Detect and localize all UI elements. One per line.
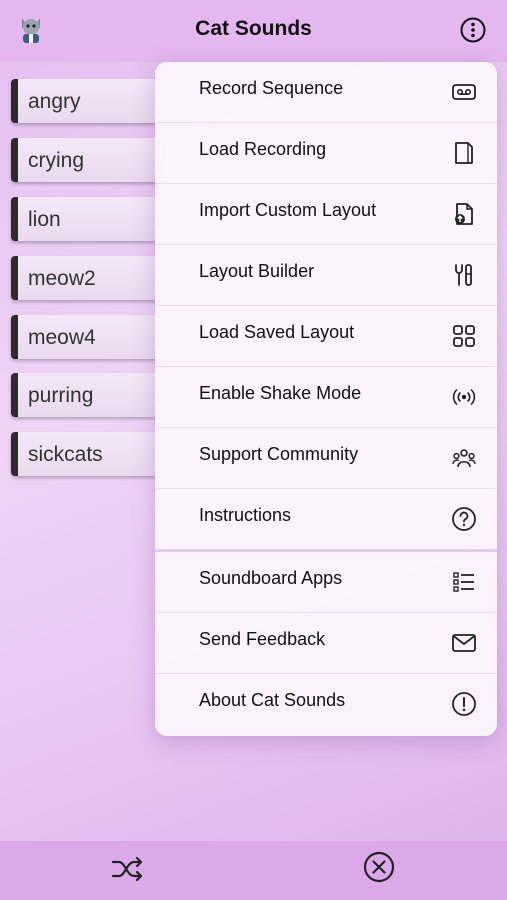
- sound-button-meow2[interactable]: meow2: [11, 256, 161, 300]
- menu-item-label: Layout Builder: [199, 261, 315, 281]
- list-icon: [451, 569, 477, 595]
- menu-item-label: Enable Shake Mode: [199, 383, 362, 403]
- menu-item-label: Load Recording: [199, 139, 327, 159]
- sound-button-crying[interactable]: crying: [11, 138, 161, 182]
- menu-item-about-cat-sounds[interactable]: About Cat Sounds: [155, 674, 497, 735]
- sound-button-lion[interactable]: lion: [11, 197, 161, 241]
- sound-button-purring[interactable]: purring: [11, 373, 161, 417]
- more-vertical-icon[interactable]: [460, 17, 486, 43]
- import-file-icon: [451, 201, 477, 227]
- overflow-menu: Record Sequence Load Recording Import Cu…: [155, 62, 497, 736]
- page-title: Cat Sounds: [195, 17, 312, 40]
- sound-button-angry[interactable]: angry: [11, 79, 161, 123]
- info-icon: [451, 691, 477, 717]
- sound-label: lion: [28, 208, 61, 231]
- help-icon: [451, 506, 477, 532]
- broadcast-icon: [451, 384, 477, 410]
- sound-button-sickcats[interactable]: sickcats: [11, 432, 161, 476]
- menu-item-support-community[interactable]: Support Community: [155, 428, 497, 489]
- menu-item-soundboard-apps[interactable]: Soundboard Apps: [155, 552, 497, 613]
- menu-item-label: Import Custom Layout: [199, 200, 377, 220]
- menu-item-load-recording[interactable]: Load Recording: [155, 123, 497, 184]
- menu-item-instructions[interactable]: Instructions: [155, 489, 497, 550]
- menu-item-load-saved-layout[interactable]: Load Saved Layout: [155, 306, 497, 367]
- menu-item-label: Soundboard Apps: [199, 568, 343, 588]
- menu-item-label: Send Feedback: [199, 629, 326, 649]
- grid-icon: [451, 323, 477, 349]
- sound-button-meow4[interactable]: meow4: [11, 315, 161, 359]
- sound-label: crying: [28, 149, 85, 172]
- sound-label: purring: [28, 384, 94, 407]
- mail-icon: [451, 630, 477, 656]
- menu-item-import-custom-layout[interactable]: Import Custom Layout: [155, 184, 497, 245]
- sound-label: sickcats: [28, 443, 103, 466]
- menu-item-label: Support Community: [199, 444, 359, 464]
- close-circle-icon[interactable]: [363, 851, 395, 883]
- sound-label: meow4: [28, 326, 96, 349]
- document-icon: [451, 140, 477, 166]
- menu-item-send-feedback[interactable]: Send Feedback: [155, 613, 497, 674]
- cassette-icon: [451, 79, 477, 105]
- menu-item-label: About Cat Sounds: [199, 690, 346, 710]
- menu-item-layout-builder[interactable]: Layout Builder: [155, 245, 497, 306]
- shuffle-icon[interactable]: [110, 854, 146, 884]
- sound-label: angry: [28, 90, 81, 113]
- menu-item-label: Record Sequence: [199, 78, 344, 98]
- menu-item-label: Load Saved Layout: [199, 322, 355, 342]
- app-header: Cat Sounds: [0, 0, 507, 62]
- menu-item-label: Instructions: [199, 505, 292, 525]
- bottom-toolbar: [0, 841, 507, 900]
- menu-item-enable-shake-mode[interactable]: Enable Shake Mode: [155, 367, 497, 428]
- community-icon: [451, 445, 477, 471]
- sound-label: meow2: [28, 267, 96, 290]
- tools-icon: [451, 262, 477, 288]
- menu-item-record-sequence[interactable]: Record Sequence: [155, 62, 497, 123]
